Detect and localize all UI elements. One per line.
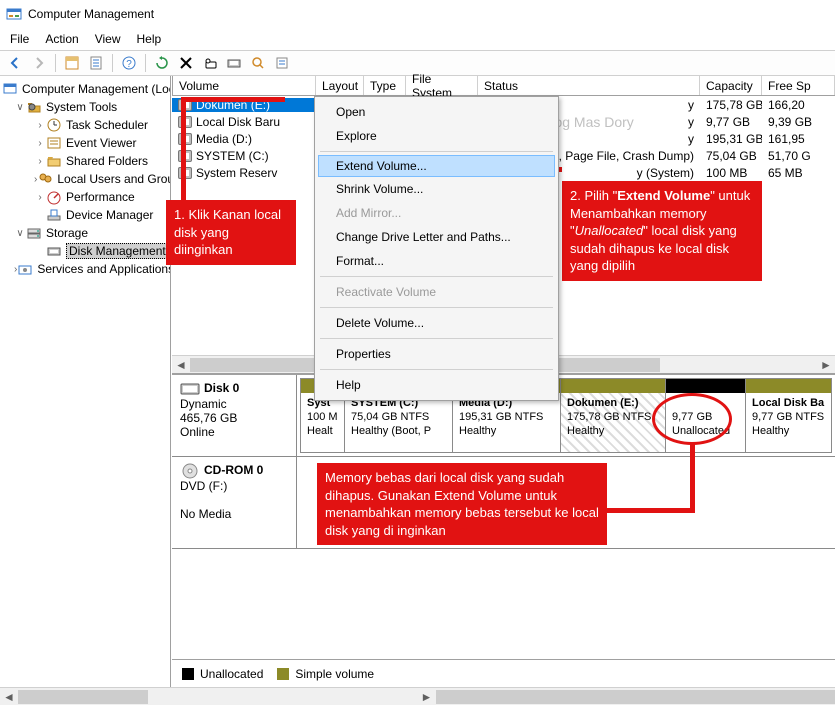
x-button[interactable] [175,52,197,74]
ctx-shrink-volume[interactable]: Shrink Volume... [318,177,555,201]
svg-text:?: ? [126,59,132,70]
tree-local-users-label: Local Users and Groups [57,172,171,186]
disk-row-cdrom: CD-ROM 0 DVD (F:) No Media Memory bebas … [172,457,835,549]
tree-task-scheduler[interactable]: ›Task Scheduler [0,116,170,134]
col-layout[interactable]: Layout [316,76,364,95]
col-fs[interactable]: File System [406,76,478,95]
col-status[interactable]: Status [478,76,700,95]
search-button[interactable] [247,52,269,74]
menu-file[interactable]: File [2,30,37,48]
volume-list-header: Volume Layout Type File System Status Ca… [172,76,835,96]
nav-tree[interactable]: Computer Management (Local ∨System Tools… [0,76,171,687]
ctx-open[interactable]: Open [318,100,555,124]
annotation-line-1a [181,97,186,202]
tree-system-tools[interactable]: ∨System Tools [0,98,170,116]
annotation-3: Memory bebas dari local disk yang sudah … [317,463,607,545]
properties-button[interactable] [85,52,107,74]
annotation-line-3a [690,443,695,513]
legend-simple-volume: Simple volume [277,667,374,681]
tree-event-viewer-label: Event Viewer [66,136,136,150]
tree-task-scheduler-label: Task Scheduler [66,118,148,132]
volume-list: Volume Layout Type File System Status Ca… [172,76,835,374]
tree-storage[interactable]: ∨Storage [0,224,170,242]
ctx-delete-volume[interactable]: Delete Volume... [318,311,555,335]
annotation-1: 1. Klik Kanan local disk yang diinginkan [166,200,296,265]
forward-button[interactable] [28,52,50,74]
cdrom-icon [180,463,200,479]
tree-root[interactable]: Computer Management (Local [0,80,170,98]
tree-device-manager-label: Device Manager [66,208,153,222]
tree-system-tools-label: System Tools [46,100,117,114]
menu-view[interactable]: View [87,30,129,48]
hscroll-left[interactable]: ◄ [0,688,18,705]
help-button[interactable]: ? [118,52,140,74]
window-hscroll: ◄ ► [0,687,835,705]
tree-performance[interactable]: ›Performance [0,188,170,206]
disk-layout-pane: Disk 0 Dynamic 465,76 GB Online Syst100 … [172,374,835,687]
title-bar: Computer Management [0,0,835,28]
tree-performance-label: Performance [66,190,135,204]
settings-button[interactable] [199,52,221,74]
ctx-extend-volume[interactable]: Extend Volume... [318,155,555,177]
ctx-explore[interactable]: Explore [318,124,555,148]
legend: Unallocated Simple volume [172,659,835,687]
tree-event-viewer[interactable]: ›Event Viewer [0,134,170,152]
hscroll-thumb-right[interactable] [436,690,835,704]
menu-bar: File Action View Help [0,28,835,50]
ctx-add-mirror: Add Mirror... [318,201,555,225]
annotation-line-3b [606,508,694,513]
view-button[interactable] [61,52,83,74]
col-type[interactable]: Type [364,76,406,95]
disk0-header: Disk 0 Dynamic 465,76 GB Online [172,375,297,456]
content-pane: Volume Layout Type File System Status Ca… [171,76,835,687]
mmc-icon [6,6,22,22]
col-free[interactable]: Free Sp [762,76,835,95]
context-menu: Open Explore Extend Volume... Shrink Vol… [314,96,559,401]
tree-local-users[interactable]: ›Local Users and Groups [0,170,170,188]
legend-unallocated: Unallocated [182,667,263,681]
tree-services-label: Services and Applications [37,262,171,276]
list-button[interactable] [271,52,293,74]
tree-device-manager[interactable]: Device Manager [0,206,170,224]
disk-icon [180,381,200,397]
annotation-circle [652,393,732,445]
annotation-2: 2. Pilih "Extend Volume" untuk Menambahk… [562,181,762,281]
menu-action[interactable]: Action [37,30,86,48]
col-volume[interactable]: Volume [172,76,316,95]
ctx-properties[interactable]: Properties [318,342,555,366]
hscroll-thumb-left[interactable] [18,690,148,704]
partition[interactable]: Local Disk Ba9,77 GB NTFSHealthy [746,378,832,453]
menu-help[interactable]: Help [129,30,170,48]
tree-services[interactable]: ›Services and Applications [0,260,170,278]
refresh-button[interactable] [151,52,173,74]
ctx-format[interactable]: Format... [318,249,555,273]
ctx-help[interactable]: Help [318,373,555,397]
tree-storage-label: Storage [46,226,88,240]
tree-shared-folders-label: Shared Folders [66,154,148,168]
window-title: Computer Management [28,7,154,21]
cdrom-header: CD-ROM 0 DVD (F:) No Media [172,457,297,548]
annotation-line-1b [181,97,285,102]
tree-root-label: Computer Management (Local [22,82,171,96]
grid-scroll-right[interactable]: ► [817,356,835,373]
ctx-change-drive-letter[interactable]: Change Drive Letter and Paths... [318,225,555,249]
cdrom-partitions: Memory bebas dari local disk yang sudah … [297,457,835,548]
ctx-reactivate-volume: Reactivate Volume [318,280,555,304]
grid-scroll-left[interactable]: ◄ [172,356,190,373]
hscroll-right[interactable]: ► [418,688,436,705]
tree-disk-management-label: Disk Management [66,243,169,259]
col-capacity[interactable]: Capacity [700,76,762,95]
drive-button[interactable] [223,52,245,74]
partition[interactable]: Dokumen (E:)175,78 GB NTFSHealthy [561,378,666,453]
tree-shared-folders[interactable]: ›Shared Folders [0,152,170,170]
tree-disk-management[interactable]: Disk Management [0,242,170,260]
back-button[interactable] [4,52,26,74]
